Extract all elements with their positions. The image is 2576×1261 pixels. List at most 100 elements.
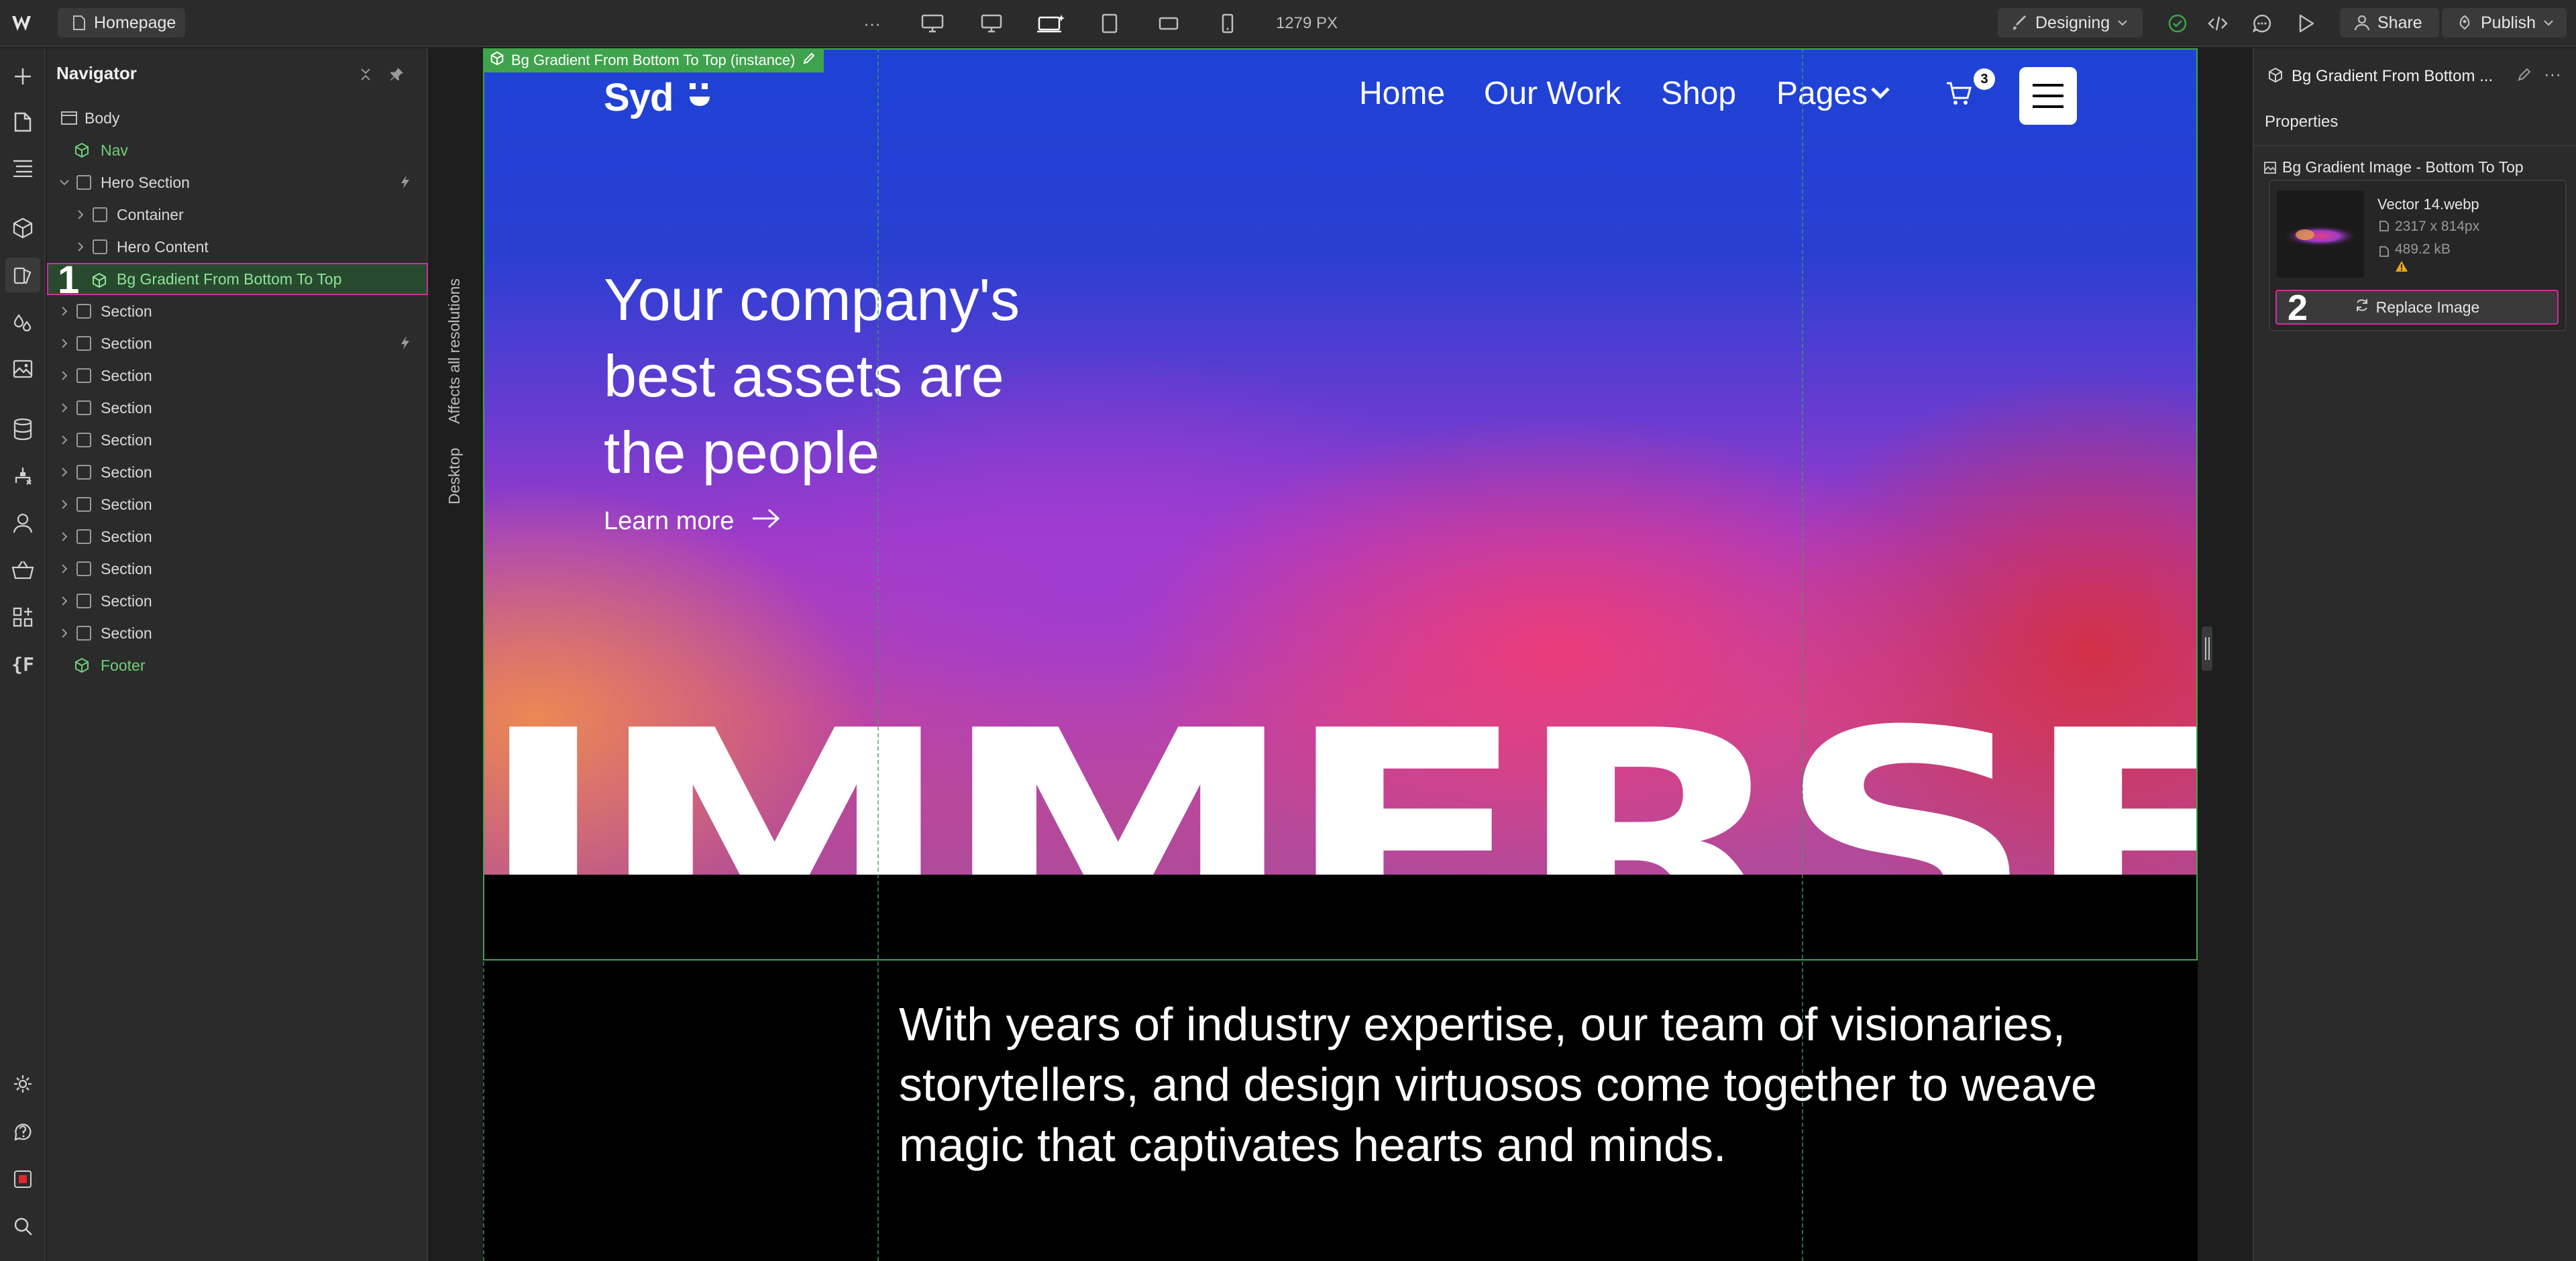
code-icon[interactable] [2204, 0, 2231, 47]
cart-icon[interactable] [1945, 80, 1972, 111]
site-nav-shop[interactable]: Shop [1661, 75, 1736, 112]
chevron-right-icon[interactable] [74, 208, 87, 221]
nav-item-container[interactable]: Container [47, 199, 428, 231]
nav-item-section[interactable]: Section [47, 456, 428, 488]
chevron-right-icon[interactable] [58, 594, 71, 608]
nav-item-nav[interactable]: Nav [47, 134, 428, 166]
variables-drops-icon[interactable] [5, 306, 40, 341]
chevron-right-icon[interactable] [58, 337, 71, 350]
publish-button[interactable]: Publish [2442, 8, 2567, 38]
assets-icon[interactable] [5, 351, 40, 386]
apps-icon[interactable] [5, 600, 40, 635]
navigator-icon[interactable] [5, 150, 40, 185]
nav-item-hero-content[interactable]: Hero Content [47, 231, 428, 263]
div-block-icon [93, 239, 107, 254]
ecommerce-basket-icon[interactable] [5, 553, 40, 588]
chevron-right-icon[interactable] [58, 530, 71, 543]
container-icon [93, 207, 107, 222]
nav-item-body[interactable]: Body [47, 102, 428, 134]
replace-image-button[interactable]: 2 Replace Image [2275, 290, 2559, 326]
chevron-right-icon[interactable] [58, 433, 71, 447]
chevron-right-icon[interactable] [58, 498, 71, 511]
section-icon [76, 561, 91, 576]
nav-item-label: Body [85, 109, 120, 127]
nav-item-section[interactable]: Section [47, 585, 428, 617]
mode-selector[interactable]: Designing [1998, 8, 2143, 38]
chevron-right-icon[interactable] [58, 465, 71, 479]
more-options-icon[interactable]: ··· [2544, 65, 2561, 83]
components-icon[interactable] [5, 211, 40, 245]
nav-item-section[interactable]: Section [47, 488, 428, 520]
users-icon[interactable] [5, 506, 40, 541]
intro-paragraph[interactable]: With years of industry expertise, our te… [899, 994, 2106, 1175]
finsweet-extension-icon[interactable]: {F [5, 647, 40, 681]
learn-more-link[interactable]: Learn more [604, 507, 781, 536]
nav-item-section[interactable]: Section [47, 553, 428, 585]
breakpoint-base-icon[interactable] [1034, 0, 1068, 47]
add-elements-icon[interactable] [5, 59, 40, 94]
nav-item-footer[interactable]: Footer [47, 649, 428, 681]
edit-pencil-icon[interactable] [802, 52, 816, 69]
top-toolbar: Homepage ··· 1279 PX Designing Share Pub… [0, 0, 2576, 47]
nav-item-section[interactable]: Section [47, 392, 428, 424]
hero-headline[interactable]: Your company's best assets are the peopl… [604, 262, 1020, 491]
publish-status-check-icon[interactable] [2164, 0, 2191, 47]
image-thumbnail[interactable] [2277, 190, 2364, 278]
webflow-logo-icon[interactable] [8, 0, 40, 47]
hero-section[interactable]: Syd Home Our Work Shop Pages 3 Your comp… [483, 48, 2198, 875]
site-logo[interactable]: Syd [604, 75, 674, 120]
chevron-right-icon[interactable] [58, 401, 71, 415]
breakpoint-desktop-icon[interactable] [977, 0, 1006, 47]
breakpoint-desktop-xl-icon[interactable] [918, 0, 947, 47]
pin-icon[interactable] [386, 64, 407, 85]
section-icon [76, 626, 91, 641]
cms-database-icon[interactable] [5, 412, 40, 447]
share-button[interactable]: Share [2340, 8, 2439, 38]
site-nav-pages[interactable]: Pages [1776, 75, 1868, 112]
help-icon[interactable] [5, 1113, 40, 1148]
pages-icon[interactable] [5, 105, 40, 140]
pages-dropdown-chevron-icon[interactable] [1870, 86, 1890, 103]
nav-item-bg-gradient[interactable]: 1 Bg Gradient From Bottom To Top [47, 261, 428, 300]
nav-item-section[interactable]: Section [47, 360, 428, 392]
edit-component-icon[interactable] [2517, 67, 2532, 85]
nav-item-section[interactable]: Section [47, 617, 428, 649]
page-selector[interactable]: Homepage [58, 8, 185, 38]
chevron-right-icon[interactable] [58, 305, 71, 318]
site-nav-home[interactable]: Home [1359, 75, 1445, 112]
search-icon[interactable] [5, 1209, 40, 1244]
breakpoint-tablet-icon[interactable] [1095, 0, 1124, 47]
nav-item-section[interactable]: Section [47, 424, 428, 456]
section-icon [76, 465, 91, 480]
chevron-right-icon[interactable] [74, 240, 87, 254]
chevron-down-icon[interactable] [58, 176, 71, 189]
properties-panel: Bg Gradient From Bottom ... ··· Properti… [2253, 48, 2576, 1261]
nav-item-section[interactable]: Section [47, 520, 428, 553]
canvas-resize-handle[interactable] [2202, 626, 2212, 671]
record-stop-icon[interactable] [5, 1162, 40, 1197]
logic-flow-icon[interactable] [5, 459, 40, 494]
chevron-right-icon[interactable] [58, 562, 71, 575]
chevron-right-icon[interactable] [58, 626, 71, 640]
comments-icon[interactable] [2249, 0, 2275, 47]
nav-item-section[interactable]: Section [47, 295, 428, 327]
style-selectors-icon[interactable] [5, 258, 40, 292]
immerse-display-text: IMMERSE [483, 668, 2198, 875]
breakpoint-mobile-landscape-icon[interactable] [1154, 0, 1183, 47]
design-canvas[interactable]: Syd Home Our Work Shop Pages 3 Your comp… [483, 48, 2198, 1261]
nav-item-hero-section[interactable]: Hero Section [47, 166, 428, 199]
site-nav-our-work[interactable]: Our Work [1484, 75, 1621, 112]
tab-properties[interactable]: Properties [2265, 113, 2338, 131]
more-breakpoints-button[interactable]: ··· [859, 0, 885, 47]
preview-play-icon[interactable] [2293, 0, 2320, 47]
collapse-all-icon[interactable] [356, 64, 376, 85]
nav-item-label: Section [101, 398, 152, 417]
chevron-right-icon[interactable] [58, 369, 71, 382]
breakpoint-mobile-portrait-icon[interactable] [1213, 0, 1242, 47]
component-icon [2267, 67, 2284, 87]
hamburger-menu-button[interactable] [2019, 67, 2077, 125]
nav-item-label: Footer [101, 656, 146, 674]
nav-item-section[interactable]: Section [47, 327, 428, 360]
settings-gear-icon[interactable] [5, 1066, 40, 1101]
selected-element-tag[interactable]: Bg Gradient From Bottom To Top (instance… [483, 48, 824, 72]
